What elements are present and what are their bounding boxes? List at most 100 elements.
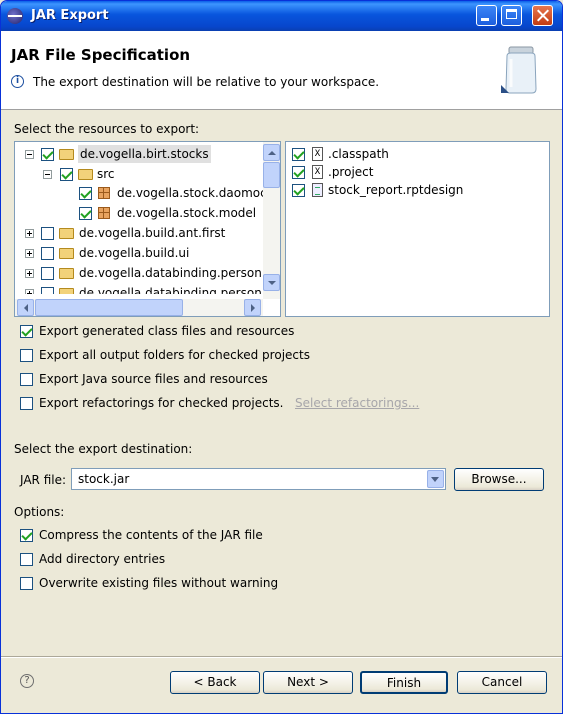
tree-item-label: de.vogella.stock.daomock [117, 186, 274, 200]
tree-row[interactable]: de.vogella.stock.model [15, 204, 263, 222]
scroll-right-button[interactable] [244, 299, 261, 316]
project-folder-icon [59, 149, 74, 160]
export-class-files-option[interactable]: Export generated class files and resourc… [20, 324, 320, 342]
export-output-folders-option[interactable]: Export all output folders for checked pr… [20, 348, 330, 366]
file-checkbox[interactable] [292, 184, 305, 197]
dropdown-arrow-icon[interactable] [427, 470, 444, 488]
expand-icon[interactable] [25, 289, 34, 294]
expand-icon[interactable] [25, 229, 34, 238]
checkbox[interactable] [20, 373, 33, 386]
project-folder-icon [59, 228, 74, 239]
tree-checkbox[interactable] [41, 247, 54, 260]
scroll-thumb[interactable] [35, 299, 183, 316]
checkbox[interactable] [20, 553, 33, 566]
horizontal-scrollbar[interactable] [15, 299, 263, 316]
option-label: Export refactorings for checked projects… [39, 396, 284, 410]
xml-file-icon: X [312, 147, 323, 161]
jar-file-combo[interactable]: stock.jar [71, 468, 446, 490]
minimize-button[interactable] [476, 5, 497, 26]
overwrite-option[interactable]: Overwrite existing files without warning [20, 576, 290, 594]
file-checkbox[interactable] [292, 148, 305, 161]
list-item[interactable]: X .project [286, 163, 546, 181]
scroll-left-button[interactable] [17, 299, 34, 316]
checkbox[interactable] [20, 325, 33, 338]
jar-icon [501, 46, 537, 94]
option-label: Add directory entries [39, 552, 166, 566]
collapse-icon[interactable] [25, 150, 34, 159]
banner-message: The export destination will be relative … [33, 75, 380, 89]
file-list[interactable]: X .classpath X .project stock_report.rpt… [285, 141, 550, 317]
separator [1, 656, 562, 658]
plugin-project-icon [59, 248, 74, 259]
cancel-button[interactable]: Cancel [457, 671, 547, 694]
checkbox[interactable] [20, 349, 33, 362]
tree-row[interactable]: de.vogella.stock.daomock [15, 184, 274, 202]
xml-file-icon: X [312, 165, 323, 179]
plugin-project-icon [59, 268, 74, 279]
options-label: Options: [14, 505, 65, 519]
option-label: Export all output folders for checked pr… [39, 348, 310, 362]
tree-row[interactable]: de.vogella.build.ui [15, 244, 263, 262]
tree-row[interactable]: de.vogella.birt.stocks [15, 145, 263, 163]
export-source-files-option[interactable]: Export Java source files and resources [20, 372, 320, 390]
tree-item-label: de.vogella.stock.model [117, 206, 257, 220]
tree-checkbox[interactable] [41, 227, 54, 240]
jar-export-dialog: JAR Export JAR File Specification i The … [0, 0, 563, 714]
tree-checkbox[interactable] [41, 287, 54, 294]
checkbox[interactable] [20, 577, 33, 590]
plugin-project-icon [59, 288, 74, 294]
tree-row[interactable]: de.vogella.databinding.person [15, 264, 263, 282]
compress-option[interactable]: Compress the contents of the JAR file [20, 528, 280, 546]
vertical-scrollbar[interactable] [263, 142, 280, 299]
tree-checkbox[interactable] [41, 267, 54, 280]
tree-checkbox[interactable] [79, 207, 92, 220]
wizard-banner: JAR File Specification i The export dest… [1, 31, 562, 110]
collapse-icon[interactable] [43, 170, 52, 179]
tree-item-label: de.vogella.birt.stocks [78, 145, 211, 163]
tree-item-label: de.vogella.databinding.person [79, 266, 262, 280]
tree-checkbox[interactable] [60, 168, 73, 181]
file-label: .classpath [328, 147, 389, 161]
maximize-button[interactable] [501, 5, 522, 26]
next-button[interactable]: Next > [263, 671, 353, 694]
checkbox[interactable] [20, 397, 33, 410]
package-icon [98, 187, 110, 199]
option-label: Compress the contents of the JAR file [39, 528, 263, 542]
file-label: .project [328, 165, 374, 179]
page-title: JAR File Specification [11, 46, 191, 64]
tree-checkbox[interactable] [79, 187, 92, 200]
finish-button[interactable]: Finish [360, 671, 448, 694]
info-icon: i [11, 75, 24, 88]
scroll-up-button[interactable] [263, 144, 280, 161]
help-icon[interactable]: ? [20, 674, 34, 688]
directory-entries-option[interactable]: Add directory entries [20, 552, 280, 570]
close-button[interactable] [532, 5, 553, 26]
browse-button[interactable]: Browse... [454, 468, 544, 491]
list-item[interactable]: stock_report.rptdesign [286, 181, 546, 199]
tree-row[interactable]: de.vogella.build.ant.first [15, 224, 263, 242]
back-button[interactable]: < Back [170, 671, 260, 694]
option-label: Export generated class files and resourc… [39, 324, 295, 338]
list-item[interactable]: X .classpath [286, 145, 546, 163]
tree-item-label: de.vogella.build.ant.first [79, 226, 226, 240]
checkbox[interactable] [20, 529, 33, 542]
tree-row[interactable]: de.vogella.databinding.person [15, 284, 263, 294]
tree-row[interactable]: src [15, 165, 263, 183]
scroll-thumb[interactable] [263, 162, 280, 188]
scroll-down-button[interactable] [263, 274, 280, 291]
tree-checkbox[interactable] [41, 148, 54, 161]
expand-icon[interactable] [25, 249, 34, 258]
title-bar[interactable]: JAR Export [1, 1, 562, 31]
export-refactorings-option[interactable]: Export refactorings for checked projects… [20, 396, 300, 414]
report-design-icon [312, 183, 323, 197]
jar-file-label: JAR file: [20, 473, 67, 487]
jar-file-value: stock.jar [78, 472, 130, 486]
eclipse-icon [7, 8, 23, 24]
tree-item-label: de.vogella.databinding.person [79, 286, 262, 294]
expand-icon[interactable] [25, 269, 34, 278]
package-icon [98, 207, 110, 219]
file-label: stock_report.rptdesign [328, 183, 464, 197]
resources-label: Select the resources to export: [14, 122, 200, 136]
file-checkbox[interactable] [292, 166, 305, 179]
resource-tree[interactable]: de.vogella.birt.stocks src de.vogella.st… [14, 141, 281, 317]
